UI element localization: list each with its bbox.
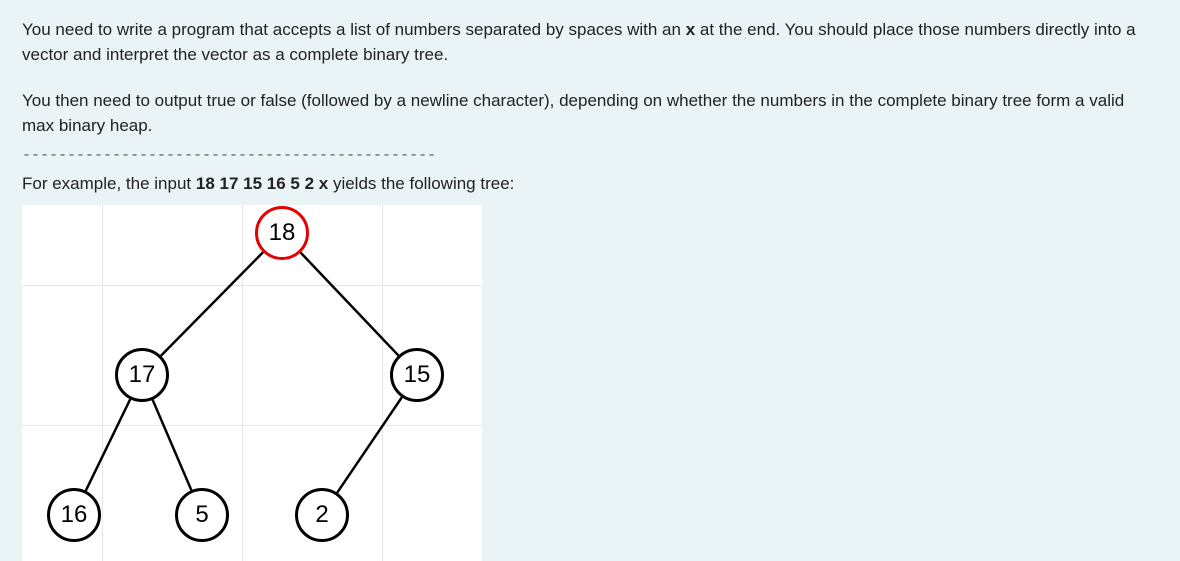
tree-node-18: 18	[255, 206, 309, 260]
example-line: For example, the input 18 17 15 16 5 2 x…	[22, 172, 1158, 197]
intro-paragraph-1: You need to write a program that accepts…	[22, 18, 1158, 67]
tree-edge	[301, 253, 399, 356]
tree-edge	[161, 252, 263, 356]
tree-node-5: 5	[175, 488, 229, 542]
divider-dashes: ----------------------------------------…	[22, 145, 1158, 167]
intro-paragraph-2: You then need to output true or false (f…	[22, 89, 1158, 138]
tree-node-15: 15	[390, 348, 444, 402]
tree-edge	[86, 399, 130, 490]
tree-edge	[337, 397, 402, 492]
text: You need to write a program that accepts…	[22, 20, 686, 39]
tree-node-16: 16	[47, 488, 101, 542]
x-literal: x	[686, 20, 695, 39]
text: You then need to output true or false (f…	[22, 89, 1158, 138]
tree-node-2: 2	[295, 488, 349, 542]
tree-edge	[153, 400, 192, 490]
tree-diagram: 18 17 15 16 5 2	[22, 205, 482, 561]
text: For example, the input	[22, 174, 196, 193]
tree-node-17: 17	[115, 348, 169, 402]
example-input: 18 17 15 16 5 2 x	[196, 174, 328, 193]
text: yields the following tree:	[328, 174, 514, 193]
